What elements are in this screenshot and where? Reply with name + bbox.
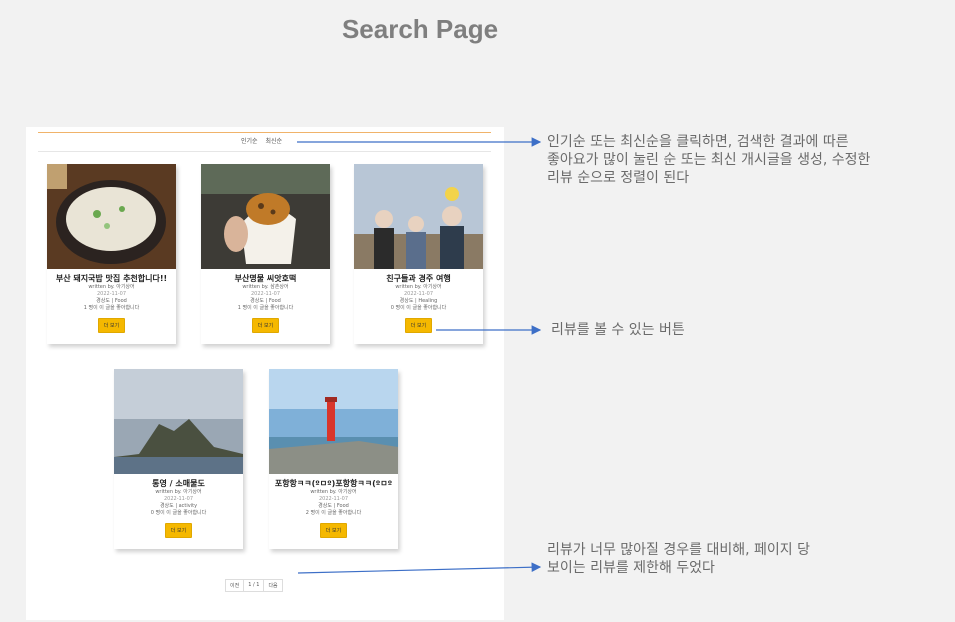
button-annotation: 리뷰를 볼 수 있는 버튼	[551, 322, 685, 338]
sort-annotation: 인기순 또는 최신순을 클릭하면, 검색한 결과에 따른 좋아요가 많이 눌린 …	[547, 134, 871, 186]
annotation-arrows	[297, 137, 542, 574]
pagination-annotation: 리뷰가 너무 많아질 경우를 대비해, 페이지 당 보이는 리뷰를 제한해 두었…	[547, 542, 810, 576]
pagination-arrow	[297, 562, 542, 574]
